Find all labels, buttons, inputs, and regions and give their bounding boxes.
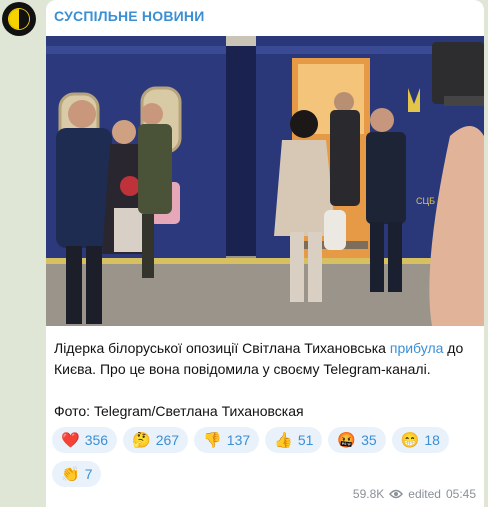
message-text-part: Лідерка білоруської опозиції Світлана Ти… bbox=[54, 340, 390, 356]
reaction-thumbs-up[interactable]: 👍 51 bbox=[265, 427, 323, 453]
reaction-count: 137 bbox=[226, 432, 251, 448]
view-count: 59.8K bbox=[352, 487, 385, 501]
cursing-face-icon: 🤬 bbox=[337, 431, 357, 449]
train-station-photo: СЦБ bbox=[46, 36, 484, 326]
reaction-clapping[interactable]: 👏 7 bbox=[52, 461, 102, 487]
reaction-grinning[interactable]: 😁 18 bbox=[391, 427, 449, 453]
reaction-heart[interactable]: ❤️ 356 bbox=[52, 427, 118, 453]
reaction-count: 267 bbox=[155, 432, 180, 448]
channel-name[interactable]: СУСПІЛЬНЕ НОВИНИ bbox=[54, 8, 204, 24]
reaction-count: 356 bbox=[84, 432, 109, 448]
thumbs-down-icon: 👎 bbox=[203, 431, 222, 449]
clapping-hands-icon: 👏 bbox=[61, 465, 80, 483]
reaction-thinking[interactable]: 🤔 267 bbox=[123, 427, 189, 453]
eye-icon bbox=[389, 489, 404, 499]
message-link[interactable]: прибула bbox=[390, 340, 444, 356]
message-text: Лідерка білоруської опозиції Світлана Ти… bbox=[54, 338, 474, 422]
thumbs-up-icon: 👍 bbox=[274, 431, 293, 449]
svg-text:СЦБ: СЦБ bbox=[416, 196, 435, 206]
reaction-thumbs-down[interactable]: 👎 137 bbox=[194, 427, 260, 453]
channel-avatar[interactable] bbox=[2, 2, 36, 36]
thinking-face-icon: 🤔 bbox=[132, 431, 151, 449]
edited-label: edited bbox=[408, 487, 441, 501]
reactions-bar: ❤️ 356 🤔 267 👎 137 👍 51 🤬 35 😁 18 👏 7 bbox=[52, 427, 480, 487]
message-photo[interactable]: СЦБ bbox=[46, 36, 484, 326]
channel-logo-icon bbox=[9, 9, 29, 29]
message-meta: 59.8K edited 05:45 bbox=[353, 487, 476, 501]
grinning-face-icon: 😁 bbox=[400, 431, 420, 449]
photo-credit: Фото: Telegram/Светлана Тихановская bbox=[54, 403, 304, 419]
reaction-count: 7 bbox=[84, 466, 93, 482]
red-heart-icon: ❤️ bbox=[61, 431, 80, 449]
reaction-count: 18 bbox=[424, 432, 440, 448]
message-time: 05:45 bbox=[445, 487, 476, 501]
message-bubble: СУСПІЛЬНЕ НОВИНИ СЦБ Лідерка білоруської… bbox=[46, 0, 484, 507]
reaction-cursing[interactable]: 🤬 35 bbox=[328, 427, 386, 453]
reaction-count: 35 bbox=[361, 432, 377, 448]
reaction-count: 51 bbox=[297, 432, 314, 448]
